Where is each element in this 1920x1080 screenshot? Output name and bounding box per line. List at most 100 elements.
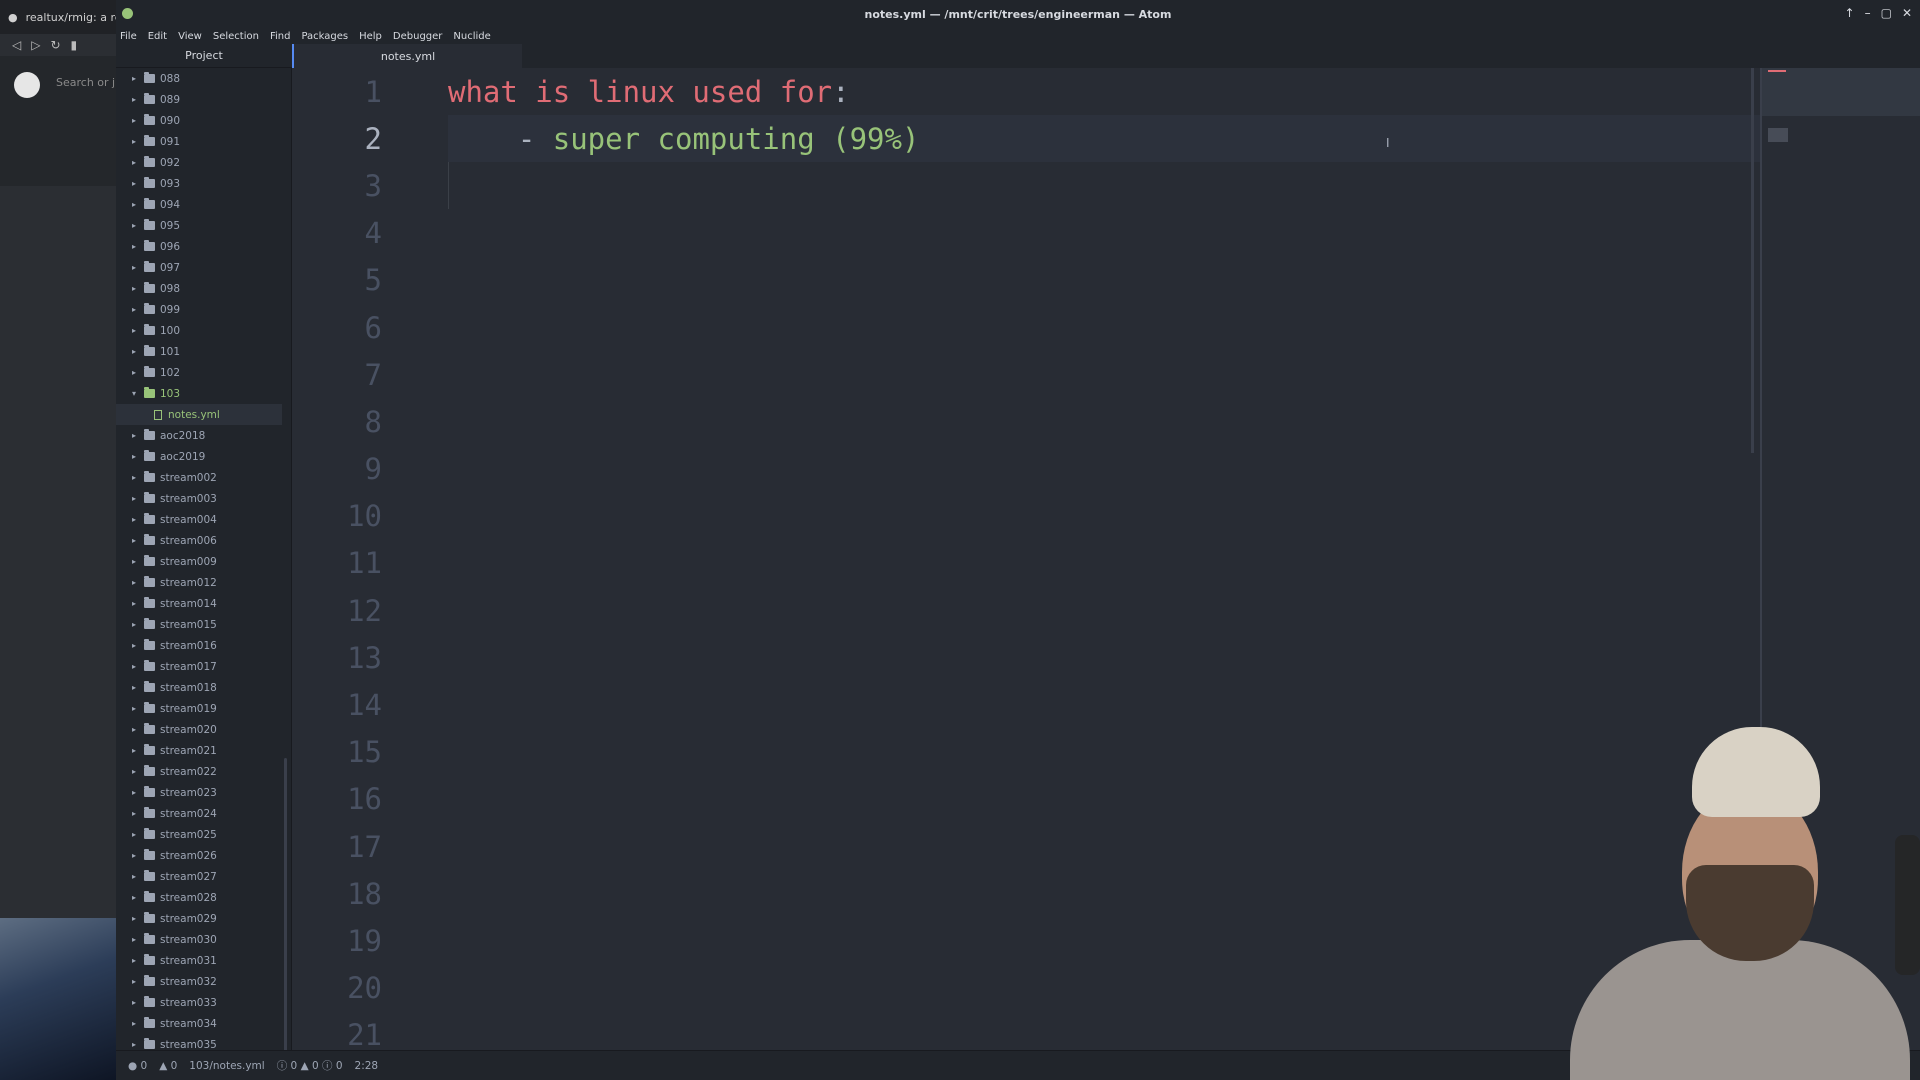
chevron-right-icon[interactable]: ▸ bbox=[132, 536, 142, 545]
tree-folder[interactable]: ▸ stream012 bbox=[116, 572, 291, 593]
chevron-right-icon[interactable]: ▸ bbox=[132, 347, 142, 356]
line-number[interactable]: 17 bbox=[292, 823, 392, 870]
chevron-down-icon[interactable]: ▾ bbox=[132, 389, 142, 398]
chevron-right-icon[interactable]: ▸ bbox=[132, 620, 142, 629]
chevron-right-icon[interactable]: ▸ bbox=[132, 74, 142, 83]
chevron-right-icon[interactable]: ▸ bbox=[132, 116, 142, 125]
tree-folder[interactable]: ▸ stream002 bbox=[116, 467, 291, 488]
chevron-right-icon[interactable]: ▸ bbox=[132, 935, 142, 944]
browser-tab[interactable]: ● realtux/rmig: a reim bbox=[0, 0, 117, 34]
tree-folder[interactable]: ▸ stream018 bbox=[116, 677, 291, 698]
tree-folder[interactable]: ▸ stream030 bbox=[116, 929, 291, 950]
line-number[interactable]: 9 bbox=[292, 446, 392, 493]
chevron-right-icon[interactable]: ▸ bbox=[132, 578, 142, 587]
tree-folder[interactable]: ▸ stream003 bbox=[116, 488, 291, 509]
code-line-2[interactable]: - super computing (99%) bbox=[448, 115, 1760, 163]
tree-folder[interactable]: ▸ 097 bbox=[116, 257, 291, 278]
tree-file[interactable]: notes.yml bbox=[116, 404, 282, 425]
line-number[interactable]: 1 bbox=[292, 68, 392, 115]
chevron-right-icon[interactable]: ▸ bbox=[132, 368, 142, 377]
tree-folder[interactable]: ▸ stream004 bbox=[116, 509, 291, 530]
tree-folder[interactable]: ▸ stream024 bbox=[116, 803, 291, 824]
tree-folder[interactable]: ▸ aoc2019 bbox=[116, 446, 291, 467]
close-icon[interactable]: ✕ bbox=[1902, 6, 1912, 20]
chevron-right-icon[interactable]: ▸ bbox=[132, 137, 142, 146]
chevron-right-icon[interactable]: ▸ bbox=[132, 263, 142, 272]
tree-folder[interactable]: ▸ 100 bbox=[116, 320, 291, 341]
chevron-right-icon[interactable]: ▸ bbox=[132, 809, 142, 818]
tree-folder[interactable]: ▸ aoc2018 bbox=[116, 425, 291, 446]
warning-count[interactable]: ▲ 0 bbox=[159, 1060, 177, 1072]
line-number[interactable]: 18 bbox=[292, 870, 392, 917]
line-number[interactable]: 15 bbox=[292, 729, 392, 776]
line-number[interactable]: 4 bbox=[292, 210, 392, 257]
tree-folder[interactable]: ▸ stream032 bbox=[116, 971, 291, 992]
chevron-right-icon[interactable]: ▸ bbox=[132, 998, 142, 1007]
tree-folder[interactable]: ▸ stream027 bbox=[116, 866, 291, 887]
chevron-right-icon[interactable]: ▸ bbox=[132, 746, 142, 755]
menu-edit[interactable]: Edit bbox=[148, 31, 167, 42]
chevron-right-icon[interactable]: ▸ bbox=[132, 725, 142, 734]
line-number[interactable]: 12 bbox=[292, 587, 392, 634]
chevron-right-icon[interactable]: ▸ bbox=[132, 872, 142, 881]
tree-folder[interactable]: ▸ 088 bbox=[116, 68, 291, 89]
menu-file[interactable]: File bbox=[120, 31, 137, 42]
forward-icon[interactable]: ▷ bbox=[31, 38, 40, 52]
tree-folder[interactable]: ▸ 102 bbox=[116, 362, 291, 383]
line-number[interactable]: 6 bbox=[292, 304, 392, 351]
tree-folder[interactable]: ▸ stream022 bbox=[116, 761, 291, 782]
tree-folder[interactable]: ▾ 103 bbox=[116, 383, 291, 404]
menu-debugger[interactable]: Debugger bbox=[393, 31, 443, 42]
tree-folder[interactable]: ▸ stream029 bbox=[116, 908, 291, 929]
tree-folder[interactable]: ▸ stream031 bbox=[116, 950, 291, 971]
project-panel-header[interactable]: Project bbox=[116, 44, 292, 68]
tree-folder[interactable]: ▸ 092 bbox=[116, 152, 291, 173]
tree-folder[interactable]: ▸ stream019 bbox=[116, 698, 291, 719]
tree-folder[interactable]: ▸ stream026 bbox=[116, 845, 291, 866]
chevron-right-icon[interactable]: ▸ bbox=[132, 431, 142, 440]
chevron-right-icon[interactable]: ▸ bbox=[132, 1019, 142, 1028]
chevron-right-icon[interactable]: ▸ bbox=[132, 452, 142, 461]
chevron-right-icon[interactable]: ▸ bbox=[132, 704, 142, 713]
chevron-right-icon[interactable]: ▸ bbox=[132, 284, 142, 293]
file-path[interactable]: 103/notes.yml bbox=[189, 1060, 264, 1072]
chevron-right-icon[interactable]: ▸ bbox=[132, 305, 142, 314]
chevron-right-icon[interactable]: ▸ bbox=[132, 242, 142, 251]
browser-search-input[interactable]: Search or ju bbox=[56, 76, 122, 89]
menu-selection[interactable]: Selection bbox=[213, 31, 259, 42]
bookmark-icon[interactable]: ▮ bbox=[71, 38, 78, 52]
chevron-right-icon[interactable]: ▸ bbox=[132, 1040, 142, 1049]
line-number[interactable]: 21 bbox=[292, 1012, 392, 1050]
line-number[interactable]: 13 bbox=[292, 634, 392, 681]
tree-folder[interactable]: ▸ stream017 bbox=[116, 656, 291, 677]
tree-folder[interactable]: ▸ 089 bbox=[116, 89, 291, 110]
tree-folder[interactable]: ▸ stream015 bbox=[116, 614, 291, 635]
chevron-right-icon[interactable]: ▸ bbox=[132, 767, 142, 776]
menu-view[interactable]: View bbox=[178, 31, 202, 42]
tree-folder[interactable]: ▸ stream025 bbox=[116, 824, 291, 845]
tree-folder[interactable]: ▸ 098 bbox=[116, 278, 291, 299]
chevron-right-icon[interactable]: ▸ bbox=[132, 851, 142, 860]
editor-scrollbar[interactable] bbox=[1751, 68, 1754, 453]
chevron-right-icon[interactable]: ▸ bbox=[132, 641, 142, 650]
chevron-right-icon[interactable]: ▸ bbox=[132, 221, 142, 230]
tree-folder[interactable]: ▸ stream028 bbox=[116, 887, 291, 908]
line-number[interactable]: 2 bbox=[292, 115, 392, 162]
chevron-right-icon[interactable]: ▸ bbox=[132, 893, 142, 902]
tree-scrollbar[interactable] bbox=[284, 758, 287, 1050]
chevron-right-icon[interactable]: ▸ bbox=[132, 557, 142, 566]
menu-find[interactable]: Find bbox=[270, 31, 291, 42]
github-logo-icon[interactable] bbox=[14, 72, 40, 98]
tree-folder[interactable]: ▸ stream034 bbox=[116, 1013, 291, 1034]
line-number[interactable]: 19 bbox=[292, 917, 392, 964]
maximize-icon[interactable]: ▢ bbox=[1881, 6, 1892, 20]
tree-folder[interactable]: ▸ stream021 bbox=[116, 740, 291, 761]
code-line-1[interactable]: what is linux used for: bbox=[448, 68, 1760, 115]
chevron-right-icon[interactable]: ▸ bbox=[132, 599, 142, 608]
tree-folder[interactable]: ▸ stream035 bbox=[116, 1034, 291, 1050]
line-number[interactable]: 20 bbox=[292, 965, 392, 1012]
minimap-viewport[interactable] bbox=[1762, 68, 1920, 116]
minimize-icon[interactable]: – bbox=[1865, 6, 1871, 20]
chevron-right-icon[interactable]: ▸ bbox=[132, 200, 142, 209]
menu-packages[interactable]: Packages bbox=[301, 31, 348, 42]
